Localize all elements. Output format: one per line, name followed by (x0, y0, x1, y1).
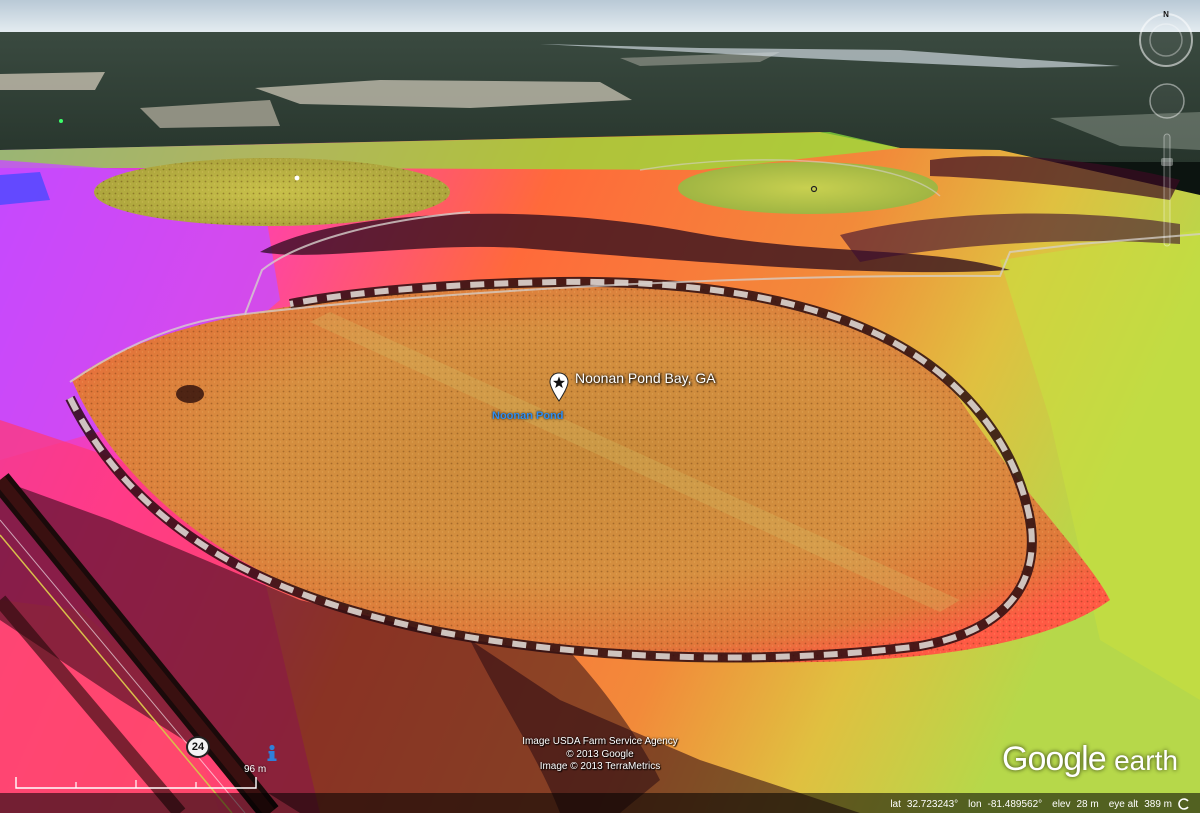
elev-value: 28 m (1076, 798, 1099, 810)
map-viewport[interactable]: Noonan Pond Bay, GA Noonan Pond 24 96 m … (0, 0, 1200, 813)
scale-bar (15, 777, 257, 789)
attribution-line: Image © 2013 TerraMetrics (539, 761, 661, 772)
eye-alt-value: 389 m (1144, 798, 1172, 810)
status-bar: lat 32.723243° lon -81.489562° elev 28 m… (0, 793, 1200, 813)
placemark[interactable]: Noonan Pond Bay, GA (549, 370, 716, 402)
eye-alt-label: eye alt (1108, 798, 1139, 810)
info-icon[interactable] (265, 744, 279, 762)
lat-value: 32.723243° (906, 798, 959, 810)
terrain-view[interactable] (0, 0, 1200, 813)
look-joystick[interactable] (1148, 82, 1186, 120)
route-shield[interactable]: 24 (186, 736, 210, 758)
placemark-label[interactable]: Noonan Pond Bay, GA (575, 370, 716, 386)
elev-label: elev (1052, 798, 1071, 810)
coordinate-readout: lat 32.723243° lon -81.489562° elev 28 m… (890, 798, 1190, 810)
lat-label: lat (890, 798, 901, 810)
logo-text: Google (1002, 740, 1107, 778)
scale-label: 96 m (244, 764, 267, 775)
attribution-line: © 2013 Google (566, 748, 634, 760)
lon-value: -81.489562° (987, 798, 1043, 810)
attribution-line: Image USDA Farm Service Agency (522, 736, 678, 747)
loading-indicator-icon (1178, 798, 1189, 810)
compass-ring[interactable]: N (1136, 8, 1196, 68)
lon-label: lon (968, 798, 982, 810)
zoom-slider[interactable] (1158, 130, 1176, 250)
navigation-controls: N (1136, 6, 1198, 256)
north-indicator[interactable]: N (1163, 10, 1169, 19)
water-feature-label[interactable]: Noonan Pond (492, 410, 564, 422)
placemark-pin-icon[interactable] (549, 372, 569, 402)
logo-suffix: earth (1114, 745, 1178, 776)
google-earth-logo: Google earth (1002, 740, 1178, 779)
imagery-attribution: Image USDA Farm Service Agency © 2013 Go… (500, 736, 700, 774)
